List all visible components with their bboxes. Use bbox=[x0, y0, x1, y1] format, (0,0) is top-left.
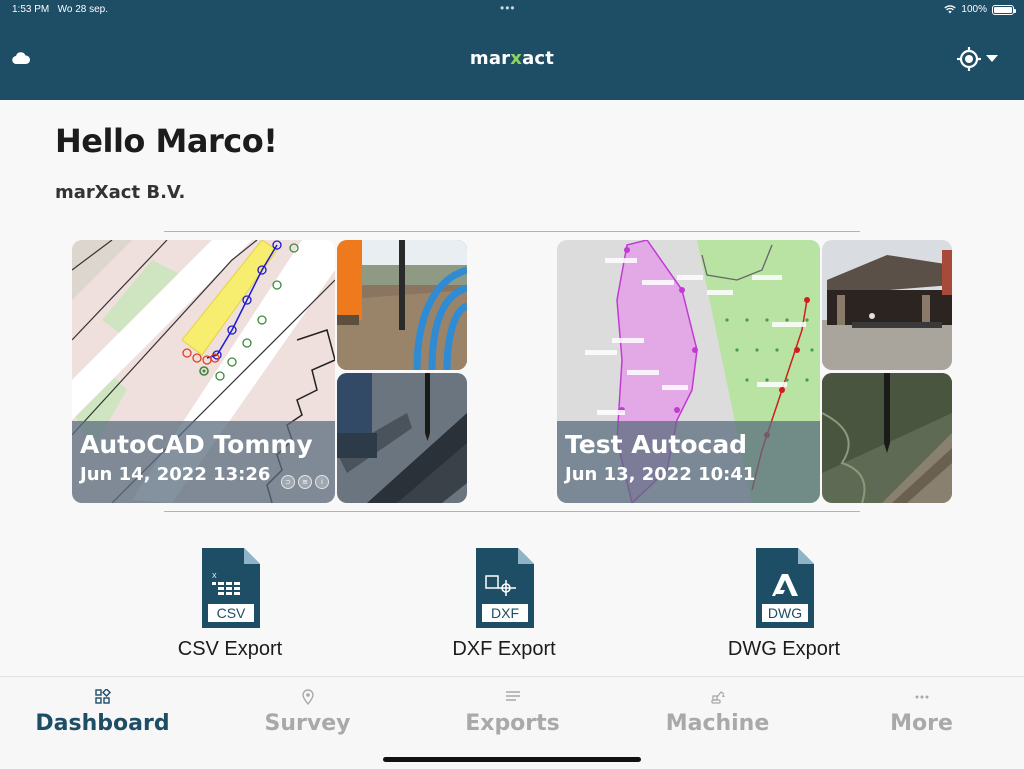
battery-icon bbox=[992, 4, 1016, 15]
tab-label: Dashboard bbox=[35, 711, 170, 736]
gps-target-icon bbox=[957, 47, 981, 71]
svg-text:CSV: CSV bbox=[217, 605, 246, 621]
battery-percent: 100% bbox=[961, 4, 987, 15]
project-photo-1 bbox=[337, 240, 467, 370]
project-photo-2 bbox=[337, 373, 467, 503]
project-photo-1 bbox=[822, 240, 952, 370]
tag-icon: ⊃ bbox=[281, 475, 295, 489]
project-title: Test Autocad bbox=[565, 430, 748, 459]
wifi-icon bbox=[944, 5, 957, 14]
dxf-export-label: DXF Export bbox=[452, 638, 556, 660]
list-icon: ≡ bbox=[298, 475, 312, 489]
csv-export-label: CSV Export bbox=[177, 638, 283, 660]
dwg-export-label: DWG Export bbox=[727, 638, 841, 660]
app-logo: marxact bbox=[469, 48, 555, 69]
more-dots-icon bbox=[915, 695, 928, 699]
svg-text:X: X bbox=[212, 573, 217, 580]
dwg-file-icon: DWG bbox=[756, 548, 814, 628]
project-card-autocad-tommy[interactable]: AutoCAD Tommy Jun 14, 2022 13:26 ⊃ ≡ i bbox=[72, 240, 467, 503]
multitasking-dots[interactable]: ••• bbox=[500, 1, 516, 15]
project-badges: ⊃ ≡ i bbox=[281, 475, 329, 489]
list-icon bbox=[505, 691, 520, 701]
dxf-file-icon: DXF bbox=[476, 548, 534, 628]
company-name: marXact B.V. bbox=[55, 182, 186, 203]
project-date: Jun 13, 2022 10:41 bbox=[565, 464, 756, 485]
csv-file-icon: CSV X bbox=[202, 548, 260, 628]
home-indicator[interactable] bbox=[383, 757, 641, 762]
greeting-heading: Hello Marco! bbox=[55, 122, 278, 160]
info-icon: i bbox=[315, 475, 329, 489]
bottom-tab-bar: Dashboard Survey Exports Machine More bbox=[0, 676, 1024, 768]
tab-survey[interactable]: Survey bbox=[205, 677, 410, 769]
divider-top bbox=[164, 231, 860, 232]
project-card-test-autocad[interactable]: Test Autocad Jun 13, 2022 10:41 bbox=[557, 240, 952, 503]
svg-text:DWG: DWG bbox=[768, 605, 802, 621]
status-right: 100% bbox=[944, 4, 1016, 15]
tab-label: Exports bbox=[465, 711, 560, 736]
gps-menu-button[interactable] bbox=[956, 46, 998, 72]
tab-label: More bbox=[890, 711, 953, 736]
app-header: marxact bbox=[0, 20, 1024, 100]
project-photo-2 bbox=[822, 373, 952, 503]
chevron-down-icon bbox=[986, 55, 998, 62]
tab-machine[interactable]: Machine bbox=[615, 677, 820, 769]
status-bar: 1:53 PM Wo 28 sep. ••• 100% bbox=[0, 0, 1024, 20]
dxf-export-button[interactable]: DXF DXF Export bbox=[444, 548, 564, 661]
project-map-preview: AutoCAD Tommy Jun 14, 2022 13:26 ⊃ ≡ i bbox=[72, 240, 335, 503]
project-info-overlay: Test Autocad Jun 13, 2022 10:41 bbox=[557, 421, 820, 503]
tab-label: Machine bbox=[665, 711, 770, 736]
tab-more[interactable]: More bbox=[819, 677, 1024, 769]
project-date: Jun 14, 2022 13:26 bbox=[80, 464, 271, 485]
excavator-icon bbox=[710, 691, 725, 704]
dwg-export-button[interactable]: DWG DWG Export bbox=[721, 548, 847, 661]
svg-text:DXF: DXF bbox=[491, 605, 519, 621]
project-map-preview: Test Autocad Jun 13, 2022 10:41 bbox=[557, 240, 820, 503]
location-pin-icon bbox=[301, 689, 314, 705]
tab-dashboard[interactable]: Dashboard bbox=[0, 677, 205, 769]
csv-export-button[interactable]: CSV X CSV Export bbox=[170, 548, 290, 661]
tab-exports[interactable]: Exports bbox=[410, 677, 615, 769]
divider-bottom bbox=[164, 511, 860, 512]
project-info-overlay: AutoCAD Tommy Jun 14, 2022 13:26 ⊃ ≡ i bbox=[72, 421, 335, 503]
tab-label: Survey bbox=[264, 711, 351, 736]
dashboard-icon bbox=[94, 689, 111, 704]
project-title: AutoCAD Tommy bbox=[80, 430, 313, 459]
status-time: 1:53 PM Wo 28 sep. bbox=[12, 4, 108, 15]
